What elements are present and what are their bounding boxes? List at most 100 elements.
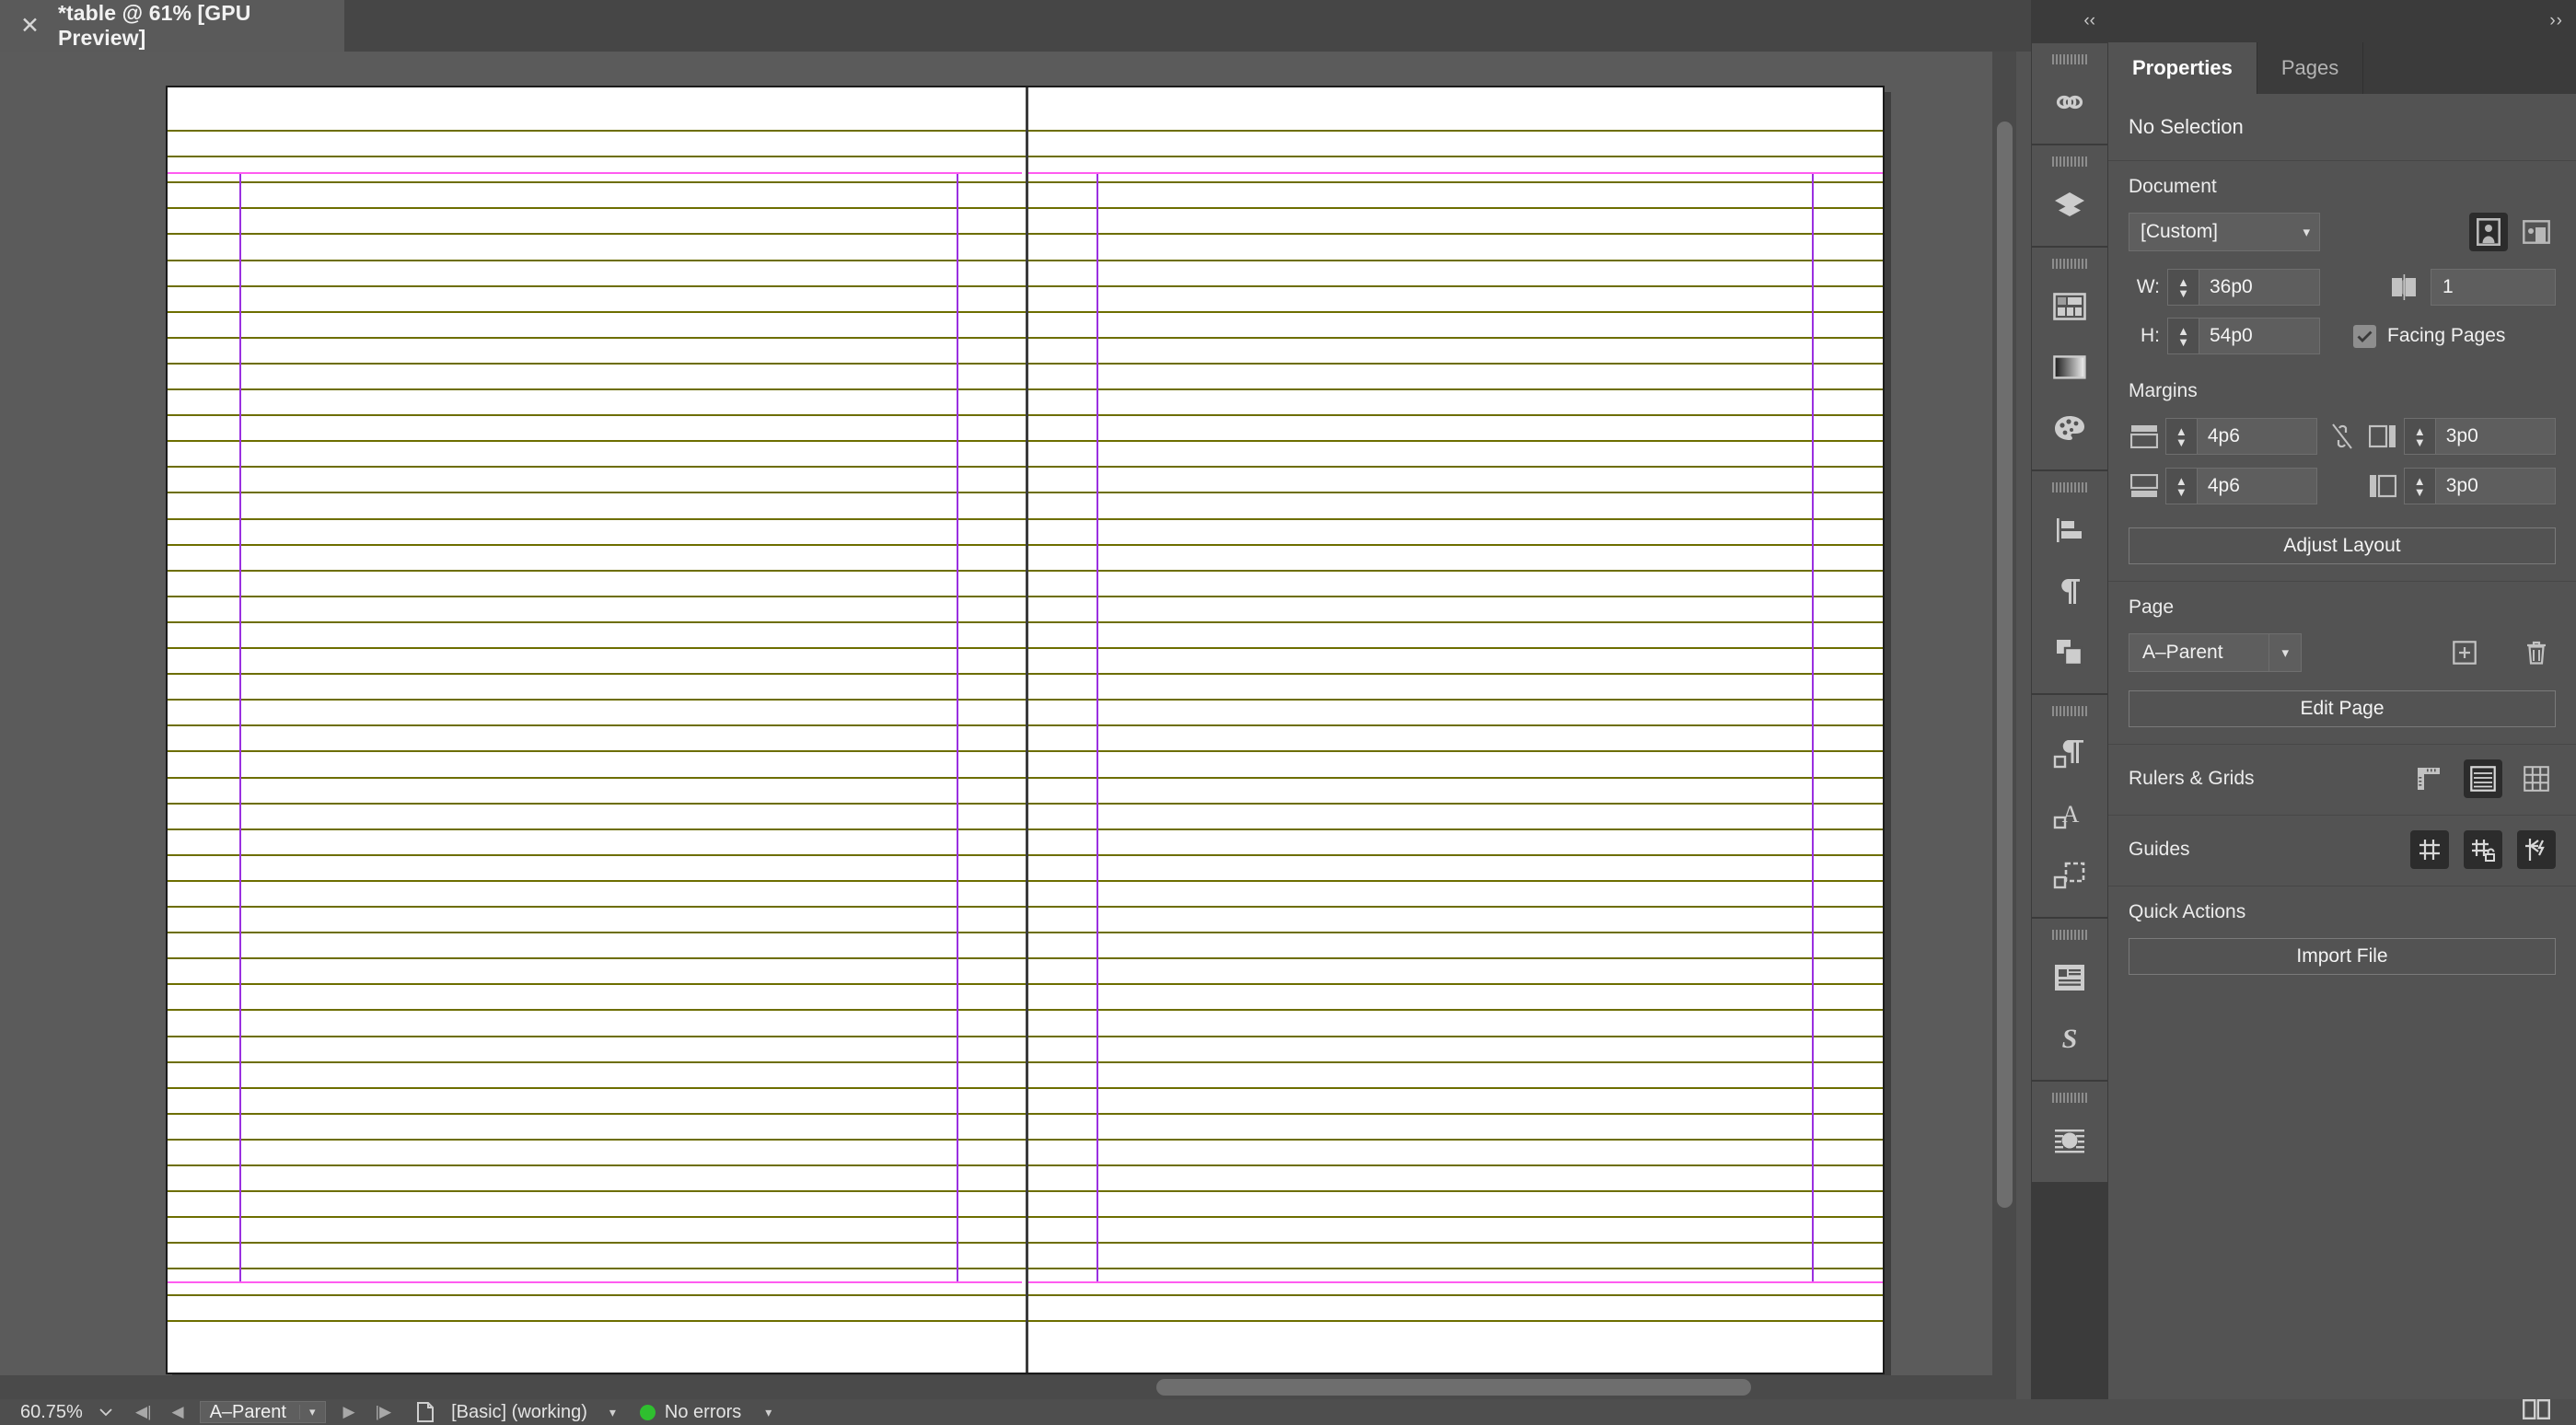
next-page-icon[interactable]: ▶ bbox=[333, 1403, 366, 1421]
horizontal-scrollbar-thumb[interactable] bbox=[1156, 1379, 1751, 1396]
smart-guides-icon[interactable] bbox=[2517, 830, 2556, 869]
margin-top-input[interactable]: 4p6 bbox=[2198, 419, 2286, 454]
glyphs-icon[interactable]: S bbox=[2044, 1013, 2095, 1064]
tab-properties[interactable]: Properties bbox=[2108, 42, 2257, 94]
margin-left-icon bbox=[2367, 417, 2398, 456]
drag-grip[interactable] bbox=[2052, 1093, 2087, 1103]
height-spinner[interactable]: ▲ ▼ bbox=[2168, 319, 2199, 353]
drag-grip[interactable] bbox=[2052, 156, 2087, 167]
drag-grip[interactable] bbox=[2052, 482, 2087, 492]
paragraph-styles-icon[interactable] bbox=[2044, 728, 2095, 780]
guides-title: Guides bbox=[2129, 839, 2190, 860]
spread-view-icon[interactable] bbox=[2523, 1399, 2550, 1425]
panel-collapse-button[interactable]: ›› bbox=[2108, 0, 2576, 42]
facing-pages-checkbox[interactable]: Facing Pages bbox=[2353, 324, 2505, 348]
trash-icon[interactable] bbox=[2517, 633, 2556, 672]
margin-left-input[interactable]: 3p0 bbox=[2436, 419, 2524, 454]
margin-bottom-stepper[interactable]: ▲ ▼ 4p6 bbox=[2164, 468, 2318, 504]
document-preset-select[interactable]: [Custom] ▾ bbox=[2129, 213, 2320, 251]
pathfinder-icon[interactable] bbox=[2044, 626, 2095, 678]
chevron-down-icon[interactable]: ▾ bbox=[609, 1405, 616, 1420]
dock-group-pages-color bbox=[2031, 247, 2108, 470]
chevron-down-icon[interactable]: ▾ bbox=[2269, 634, 2301, 671]
margin-top-stepper[interactable]: ▲ ▼ 4p6 bbox=[2164, 418, 2318, 455]
edit-page-button[interactable]: Edit Page bbox=[2129, 690, 2556, 727]
vertical-scrollbar-thumb[interactable] bbox=[1997, 122, 2013, 1208]
status-dot bbox=[639, 1404, 656, 1420]
unlink-margins-icon[interactable] bbox=[2321, 417, 2363, 456]
prev-page-icon[interactable]: ◀ bbox=[162, 1403, 194, 1421]
parent-page-value: A–Parent bbox=[2142, 642, 2223, 663]
show-guides-icon[interactable] bbox=[2410, 830, 2449, 869]
margin-left-spinner[interactable]: ▲ ▼ bbox=[2404, 419, 2436, 454]
zoom-level-value[interactable]: 60.75% bbox=[20, 1402, 92, 1423]
chevron-down-icon[interactable]: ▾ bbox=[298, 1405, 325, 1419]
margin-left-stepper[interactable]: ▲ ▼ 3p0 bbox=[2403, 418, 2557, 455]
horizontal-scrollbar[interactable] bbox=[0, 1375, 2016, 1399]
document-tab[interactable]: ✕ *table @ 61% [GPU Preview] bbox=[0, 0, 344, 52]
dock-collapse-button[interactable]: ‹‹ bbox=[2031, 0, 2108, 42]
margin-right-spinner[interactable]: ▲ ▼ bbox=[2404, 469, 2436, 504]
align-icon[interactable] bbox=[2044, 504, 2095, 556]
lock-guides-icon[interactable] bbox=[2464, 830, 2502, 869]
landscape-orientation-icon[interactable] bbox=[2517, 213, 2556, 251]
ruler-icon[interactable] bbox=[2410, 759, 2449, 798]
margin-right-input[interactable]: 3p0 bbox=[2436, 469, 2524, 504]
links-icon[interactable] bbox=[2044, 76, 2095, 128]
selection-state-label: No Selection bbox=[2129, 115, 2244, 138]
width-spinner[interactable]: ▲ ▼ bbox=[2168, 270, 2199, 305]
page-count-input[interactable]: 1 bbox=[2431, 269, 2556, 306]
page-selector[interactable]: A–Parent ▾ bbox=[199, 1401, 326, 1423]
chevron-down-icon[interactable] bbox=[99, 1408, 112, 1417]
width-input[interactable]: 36p0 bbox=[2199, 270, 2288, 305]
margin-top-spinner[interactable]: ▲ ▼ bbox=[2165, 419, 2198, 454]
preflight-icon[interactable] bbox=[414, 1401, 436, 1423]
add-page-icon[interactable] bbox=[2445, 633, 2484, 672]
paragraph-icon[interactable] bbox=[2044, 565, 2095, 617]
character-styles-icon[interactable]: A bbox=[2044, 789, 2095, 840]
import-file-button[interactable]: Import File bbox=[2129, 938, 2556, 975]
vertical-scrollbar[interactable] bbox=[1992, 52, 2016, 1399]
margin-bottom-spinner[interactable]: ▲ ▼ bbox=[2165, 469, 2198, 504]
adjust-layout-button[interactable]: Adjust Layout bbox=[2129, 527, 2556, 564]
quick-actions-title: Quick Actions bbox=[2129, 901, 2246, 922]
document-canvas[interactable] bbox=[0, 52, 2016, 1399]
object-styles-icon[interactable] bbox=[2044, 850, 2095, 901]
dock-group-links bbox=[2031, 42, 2108, 145]
document-grid-icon[interactable] bbox=[2517, 759, 2556, 798]
status-bar: 60.75% ◀| ◀ A–Parent ▾ ▶ |▶ [Basic] (wor… bbox=[0, 1399, 2576, 1425]
pages-icon[interactable] bbox=[2044, 281, 2095, 332]
vertical-guide bbox=[239, 172, 241, 1281]
dock-group-styles: A bbox=[2031, 694, 2108, 918]
margins-section: Margins ▲ ▼ 4p6 ▲ ▼ 3p0 ▲ ▼ 4p6 ▲ ▼ 3p0 … bbox=[2108, 375, 2576, 581]
text-wrap-icon[interactable] bbox=[2044, 1115, 2095, 1166]
drag-grip[interactable] bbox=[2052, 930, 2087, 940]
height-stepper[interactable]: ▲ ▼ 54p0 bbox=[2167, 318, 2320, 354]
dock-group-article: S bbox=[2031, 918, 2108, 1081]
margin-bottom-input[interactable]: 4p6 bbox=[2198, 469, 2286, 504]
first-page-icon[interactable]: ◀| bbox=[125, 1403, 162, 1421]
baseline-grid-icon[interactable] bbox=[2464, 759, 2502, 798]
margin-bottom-icon bbox=[2129, 467, 2160, 505]
drag-grip[interactable] bbox=[2052, 706, 2087, 716]
tab-pages[interactable]: Pages bbox=[2257, 42, 2364, 94]
width-stepper[interactable]: ▲ ▼ 36p0 bbox=[2167, 269, 2320, 306]
article-icon[interactable] bbox=[2044, 952, 2095, 1003]
chevron-down-icon[interactable]: ▾ bbox=[765, 1405, 772, 1420]
vertical-guide bbox=[957, 172, 958, 1281]
color-icon[interactable] bbox=[2044, 402, 2095, 454]
preflight-profile-value[interactable]: [Basic] (working) bbox=[451, 1402, 587, 1423]
margin-right-stepper[interactable]: ▲ ▼ 3p0 bbox=[2403, 468, 2556, 504]
guides-section: Guides bbox=[2108, 815, 2576, 886]
last-page-icon[interactable]: |▶ bbox=[366, 1403, 402, 1421]
portrait-orientation-icon[interactable] bbox=[2469, 213, 2508, 251]
drag-grip[interactable] bbox=[2052, 54, 2087, 64]
drag-grip[interactable] bbox=[2052, 259, 2087, 269]
page-spread[interactable] bbox=[166, 86, 1885, 1374]
layers-icon[interactable] bbox=[2044, 179, 2095, 230]
width-label: W: bbox=[2136, 276, 2160, 297]
parent-page-select[interactable]: A–Parent ▾ bbox=[2129, 633, 2302, 672]
close-icon[interactable]: ✕ bbox=[20, 14, 40, 38]
gradient-icon[interactable] bbox=[2044, 342, 2095, 393]
height-input[interactable]: 54p0 bbox=[2199, 319, 2288, 353]
